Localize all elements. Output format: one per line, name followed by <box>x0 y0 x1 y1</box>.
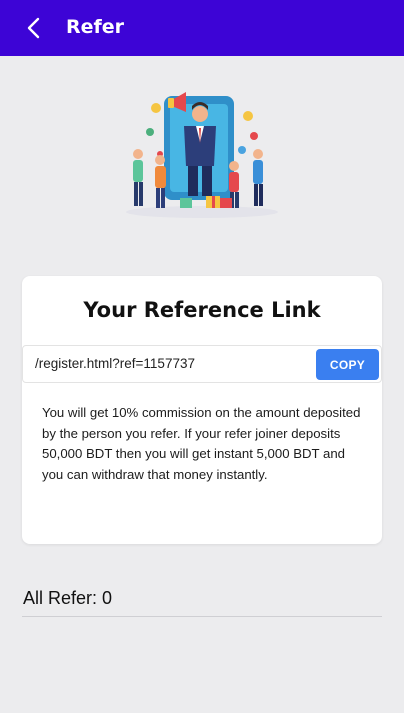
reference-link-card: Your Reference Link /register.html?ref=1… <box>22 276 382 544</box>
all-refer-count: All Refer: 0 <box>23 588 113 608</box>
reference-link-field[interactable]: /register.html?ref=1157737 COPY <box>22 345 382 383</box>
copy-button[interactable]: COPY <box>316 349 379 380</box>
reference-link-title: Your Reference Link <box>83 298 321 322</box>
back-button[interactable] <box>20 14 48 42</box>
reference-link-value[interactable]: /register.html?ref=1157737 <box>35 356 195 371</box>
page-title: Refer <box>66 16 125 38</box>
chevron-left-icon <box>27 17 40 39</box>
commission-description: You will get 10% commission on the amoun… <box>42 405 361 482</box>
referral-illustration <box>126 92 278 218</box>
app-bar: Refer <box>0 0 404 56</box>
divider <box>22 616 382 617</box>
